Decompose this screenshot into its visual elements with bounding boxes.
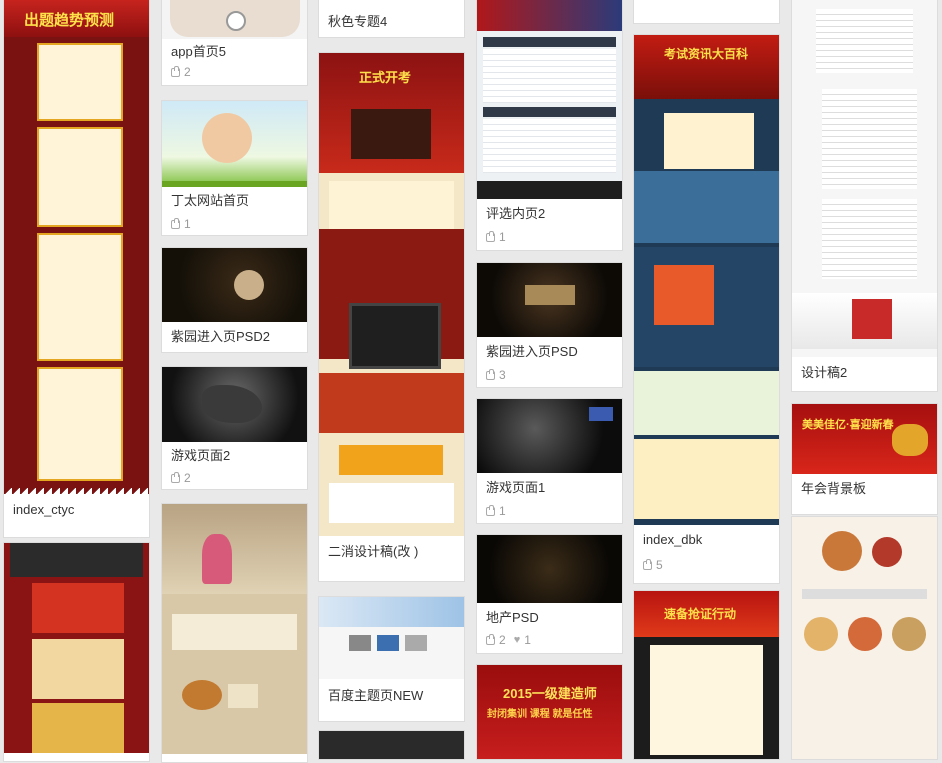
card-meta: 1 — [162, 216, 307, 232]
card-ziyuan-psd2[interactable]: 紫园进入页PSD2 — [161, 247, 308, 353]
card-action[interactable]: 速备抢证行动 — [633, 590, 780, 760]
banner-text: 出题趋势预测 — [24, 12, 115, 29]
card-title[interactable]: 游戏页面1 — [477, 479, 622, 497]
thumbs-up-icon[interactable] — [486, 633, 495, 645]
card-ctyc-2[interactable] — [3, 542, 150, 762]
banner-text: 速备抢证行动 — [664, 607, 737, 621]
card-title[interactable]: 设计稿2 — [792, 364, 937, 382]
thumbnail[interactable]: 2015一级建造师 封闭集训 课程 就是任性 — [477, 665, 622, 759]
card-meta: 2 — [162, 64, 307, 80]
thumbnail[interactable] — [162, 504, 307, 754]
card-meta: 2 ♥ 1 — [477, 632, 622, 648]
thumbs-up-icon[interactable] — [171, 217, 180, 229]
likes-count: 2 — [184, 471, 191, 485]
card-meta: 5 — [634, 557, 779, 573]
card-meta: 2 — [162, 470, 307, 486]
banner-text: 2015一级建造师 — [503, 686, 597, 701]
card-restaurant[interactable] — [161, 503, 308, 763]
thumbnail[interactable]: 美美佳亿·喜迎新春 — [792, 404, 937, 474]
likes-count: 2 — [499, 633, 506, 647]
card-baidu-new[interactable]: 百度主题页NEW — [318, 596, 465, 722]
thumbnail[interactable] — [477, 263, 622, 337]
likes-count: 5 — [656, 558, 663, 572]
thumbs-up-icon[interactable] — [486, 230, 495, 242]
card-title[interactable]: 紫园进入页PSD — [477, 343, 622, 361]
card-title[interactable]: index_dbk — [634, 531, 779, 549]
card-title[interactable]: 丁太网站首页 — [162, 192, 307, 210]
card-col3-bottom[interactable] — [318, 730, 465, 760]
thumbnail[interactable] — [477, 0, 622, 199]
thumbnail[interactable] — [162, 101, 307, 187]
thumbnail[interactable] — [319, 597, 464, 679]
card-title[interactable]: 年会背景板 — [792, 480, 937, 498]
card-title[interactable]: 地产PSD — [477, 609, 622, 627]
likes-count: 3 — [499, 368, 506, 382]
card-game-page1[interactable]: 游戏页面1 1 — [476, 398, 623, 524]
thumbnail[interactable] — [792, 517, 937, 759]
banner-text: 考试资讯大百科 — [664, 47, 749, 61]
likes-count: 1 — [499, 230, 506, 244]
card-autumn-4[interactable]: 秋色专题4 — [318, 0, 465, 38]
card-title[interactable]: index_ctyc — [4, 501, 149, 519]
thumbnail[interactable] — [319, 731, 464, 759]
card-meta: 1 — [477, 503, 622, 519]
card-app-home5[interactable]: app首页5 2 — [161, 0, 308, 86]
thumbs-up-icon[interactable] — [486, 368, 495, 380]
thumbnail[interactable] — [792, 0, 937, 357]
card-pingxuan2[interactable]: 评选内页2 1 — [476, 0, 623, 251]
thumbs-up-icon[interactable] — [171, 65, 180, 77]
thumbnail[interactable] — [477, 535, 622, 603]
card-ziyuan-psd[interactable]: 紫园进入页PSD 3 — [476, 262, 623, 388]
card-title[interactable]: 百度主题页NEW — [319, 687, 464, 705]
thumbnail[interactable] — [162, 0, 307, 39]
card-title[interactable]: 秋色专题4 — [319, 13, 464, 31]
card-meta: 1 — [477, 229, 622, 245]
thumbs-up-icon[interactable] — [486, 504, 495, 516]
card-dichan-psd[interactable]: 地产PSD 2 ♥ 1 — [476, 534, 623, 654]
card-title[interactable]: 紫园进入页PSD2 — [162, 328, 307, 346]
thumbnail[interactable] — [4, 543, 149, 753]
thumbnail[interactable]: 考试资讯大百科 — [634, 35, 779, 525]
banner-text: 正式开考 — [359, 70, 412, 85]
card-erxiao[interactable]: 正式开考 二消设计稿(改 ) — [318, 52, 465, 582]
card-meta: 3 — [477, 367, 622, 383]
card-title[interactable]: 评选内页2 — [477, 205, 622, 223]
likes-count: 2 — [184, 65, 191, 79]
heart-icon[interactable]: ♥ — [514, 634, 521, 646]
card-title[interactable]: app首页5 — [162, 43, 307, 61]
card-col5-top[interactable] — [633, 0, 780, 24]
thumbnail[interactable] — [162, 248, 307, 322]
thumbnail[interactable]: 正式开考 — [319, 53, 464, 536]
hearts-count: 1 — [524, 633, 531, 647]
card-title[interactable]: 游戏页面2 — [162, 447, 307, 465]
banner-subtext: 封闭集训 课程 就是任性 — [487, 709, 593, 720]
thumbnail[interactable] — [162, 367, 307, 442]
card-design2[interactable]: 设计稿2 — [791, 0, 938, 392]
thumbs-up-icon[interactable] — [171, 471, 180, 483]
card-index-dbk[interactable]: 考试资讯大百科 index_dbk 5 — [633, 34, 780, 584]
card-title[interactable]: 二消设计稿(改 ) — [319, 543, 464, 561]
card-jianzao[interactable]: 2015一级建造师 封闭集训 课程 就是任性 — [476, 664, 623, 760]
thumbs-up-icon[interactable] — [643, 558, 652, 570]
thumbnail[interactable]: 出题趋势预测 — [4, 0, 149, 494]
card-food[interactable] — [791, 516, 938, 760]
banner-text: 美美佳亿·喜迎新春 — [802, 419, 894, 431]
likes-count: 1 — [499, 504, 506, 518]
card-annual-bg[interactable]: 美美佳亿·喜迎新春 年会背景板 — [791, 403, 938, 515]
thumbnail[interactable]: 速备抢证行动 — [634, 591, 779, 759]
card-game-page2[interactable]: 游戏页面2 2 — [161, 366, 308, 490]
card-index-ctyc[interactable]: 出题趋势预测 index_ctyc — [3, 0, 150, 538]
likes-count: 1 — [184, 217, 191, 231]
thumbnail[interactable] — [477, 399, 622, 473]
card-dingtai-home[interactable]: 丁太网站首页 1 — [161, 100, 308, 236]
